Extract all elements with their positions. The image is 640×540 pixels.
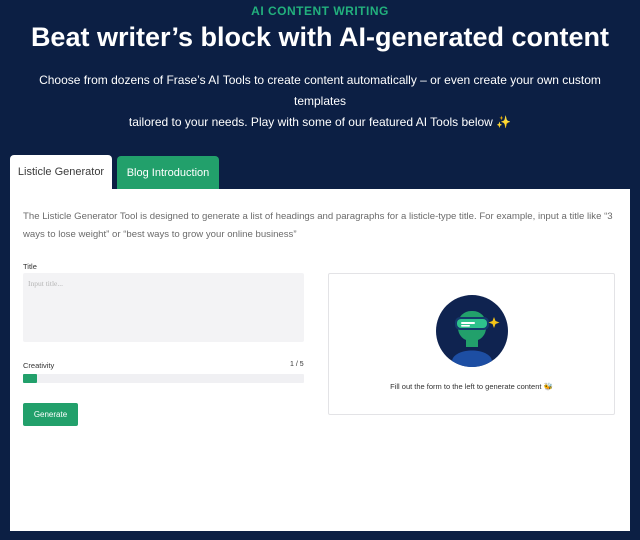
tool-panel: The Listicle Generator Tool is designed … <box>10 189 630 531</box>
sparkle-icon: ✨ <box>496 115 512 129</box>
tab-listicle-generator[interactable]: Listicle Generator <box>10 155 112 189</box>
title-input[interactable] <box>23 273 304 342</box>
page-subhead: Choose from dozens of Frase’s AI Tools t… <box>20 70 620 133</box>
output-message-text: Fill out the form to the left to generat… <box>390 382 542 391</box>
title-label: Title <box>23 262 37 271</box>
tool-description: The Listicle Generator Tool is designed … <box>23 211 613 240</box>
tab-blog-introduction[interactable]: Blog Introduction <box>117 156 219 189</box>
generate-button[interactable]: Generate <box>23 403 78 426</box>
creativity-value: 1 / 5 <box>290 361 304 368</box>
subhead-line-1: Choose from dozens of Frase’s AI Tools t… <box>39 73 601 108</box>
robot-avatar-icon <box>436 295 508 367</box>
output-message: Fill out the form to the left to generat… <box>329 382 614 391</box>
eyebrow-label: AI CONTENT WRITING <box>251 4 389 18</box>
bee-icon: 🐝 <box>543 382 553 391</box>
output-box: Fill out the form to the left to generat… <box>328 273 615 415</box>
creativity-label: Creativity <box>23 361 55 370</box>
page-headline: Beat writer’s block with AI-generated co… <box>30 22 610 52</box>
creativity-slider-fill <box>23 374 37 383</box>
subhead-line-2: tailored to your needs. Play with some o… <box>128 115 493 129</box>
creativity-slider[interactable] <box>23 374 304 383</box>
